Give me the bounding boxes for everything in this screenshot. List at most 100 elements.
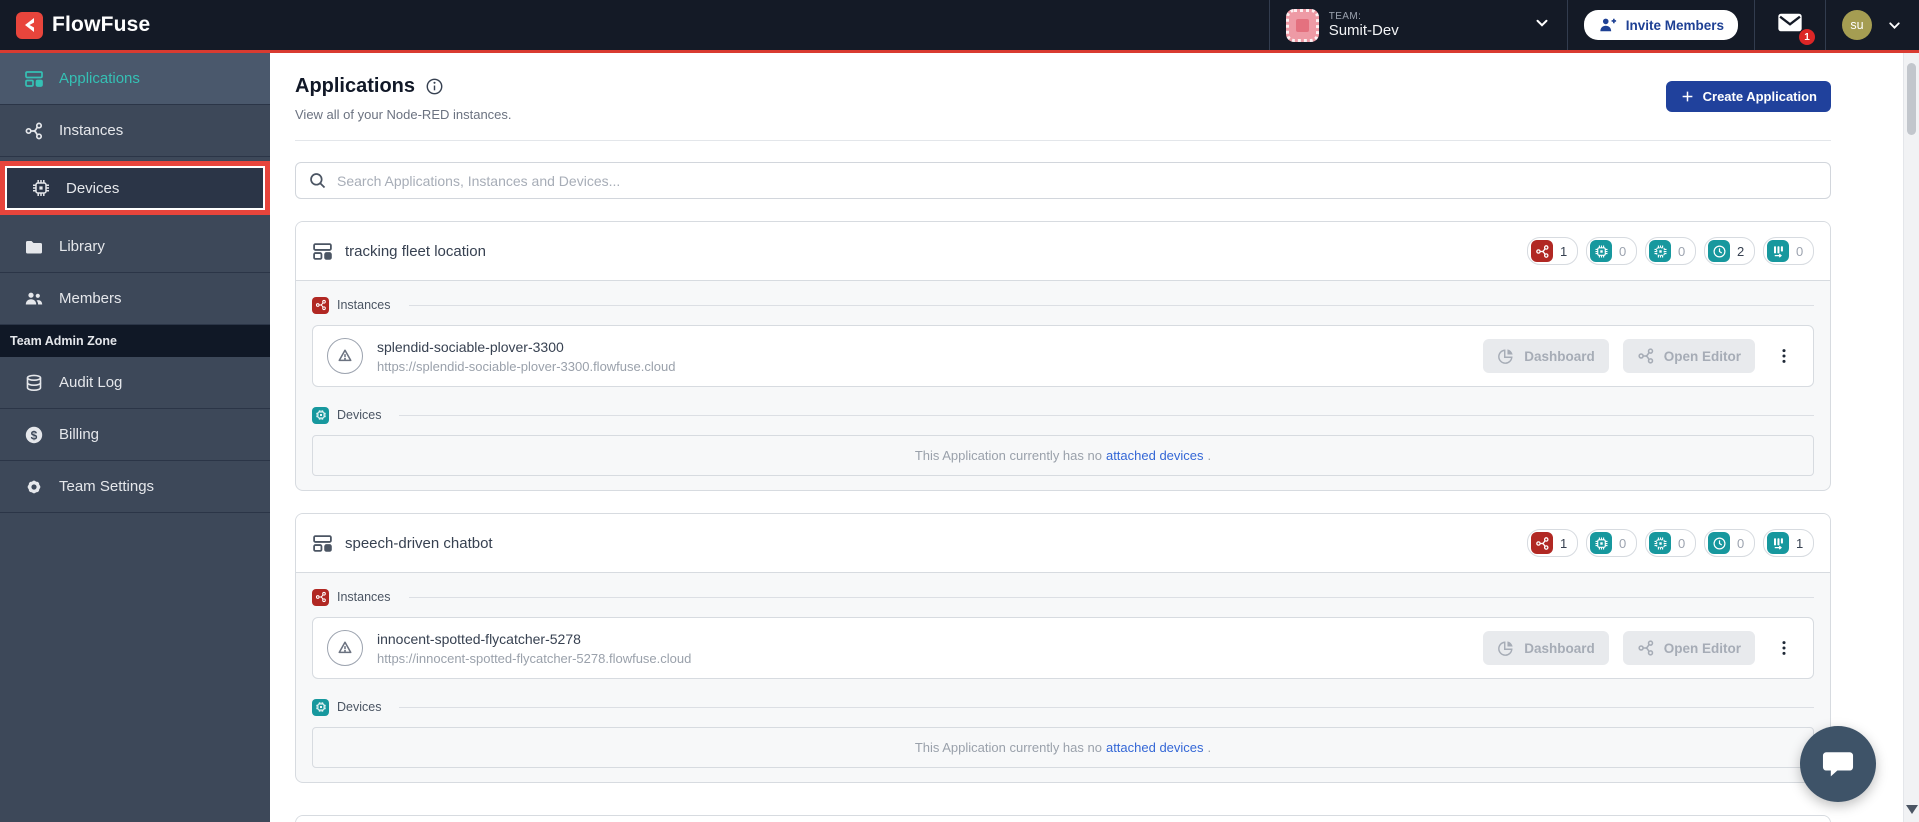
sidebar-item-applications[interactable]: Applications: [0, 53, 270, 105]
node-red-icon: [1531, 240, 1553, 262]
section-divider: [408, 596, 1814, 598]
sidebar-item-team-settings[interactable]: Team Settings: [0, 461, 270, 513]
application-card-tracking-fleet-location: tracking fleet location 1 0 0 2 0 Instan…: [295, 221, 1831, 491]
instance-name[interactable]: splendid-sociable-plover-3300: [377, 339, 675, 355]
sidebar-item-audit-log[interactable]: Audit Log: [0, 357, 270, 409]
team-selector[interactable]: TEAM: Sumit-Dev: [1268, 0, 1567, 50]
notification-count-badge: 1: [1799, 29, 1815, 45]
scrollbar-thumb[interactable]: [1907, 63, 1916, 135]
kebab-menu-icon[interactable]: [1769, 635, 1799, 661]
device-icon: [312, 698, 329, 716]
page-title: Applications: [295, 75, 416, 97]
sidebar-item-billing[interactable]: Billing: [0, 409, 270, 461]
clock-icon: [1708, 240, 1730, 262]
application-name[interactable]: tracking fleet location: [345, 243, 486, 260]
device-icon: [312, 406, 329, 424]
devices-section-label: Devices: [337, 408, 382, 422]
sidebar-item-members[interactable]: Members: [0, 273, 270, 325]
instance-url[interactable]: https://splendid-sociable-plover-3300.fl…: [377, 359, 675, 374]
person-add-icon: [1598, 16, 1618, 34]
attached-devices-link[interactable]: attached devices: [1106, 740, 1204, 755]
members-icon: [24, 289, 44, 309]
dashboard-label: Dashboard: [1524, 640, 1595, 656]
kebab-menu-icon[interactable]: [1769, 343, 1799, 369]
application-icon: [312, 533, 333, 554]
sidebar-item-library[interactable]: Library: [0, 221, 270, 273]
badge-count: 0: [1737, 535, 1745, 551]
chevron-down-icon: [1533, 14, 1551, 37]
user-menu[interactable]: su: [1825, 0, 1919, 50]
audit-log-icon: [24, 373, 44, 393]
badge-count: 1: [1796, 535, 1804, 551]
open-editor-label: Open Editor: [1663, 348, 1741, 364]
info-icon[interactable]: [425, 77, 444, 96]
node-red-icon: [1637, 639, 1655, 657]
pipeline-icon: [1767, 240, 1789, 262]
sidebar-item-label: Devices: [66, 179, 120, 197]
chat-widget-button[interactable]: [1800, 726, 1876, 802]
instance-row[interactable]: splendid-sociable-plover-3300 https://sp…: [312, 325, 1814, 387]
sidebar-item-instances[interactable]: Instances: [0, 105, 270, 157]
search-input[interactable]: [337, 172, 1818, 189]
notifications-button[interactable]: 1: [1771, 12, 1815, 45]
invite-members-button[interactable]: Invite Members: [1583, 10, 1738, 40]
pie-chart-icon: [1497, 347, 1515, 365]
dashboard-button[interactable]: Dashboard: [1483, 631, 1609, 665]
badge-count: 0: [1619, 535, 1627, 551]
applications-icon: [24, 69, 44, 89]
chevron-down-icon: [1886, 17, 1903, 34]
node-red-icon: [1637, 347, 1655, 365]
node-red-icon: [1531, 532, 1553, 554]
invite-section: Invite Members: [1566, 0, 1754, 50]
header-accent-line: [0, 50, 1919, 53]
dashboard-button[interactable]: Dashboard: [1483, 339, 1609, 373]
scrollbar-down-arrow[interactable]: [1906, 805, 1918, 814]
device-icon: [1590, 240, 1612, 262]
remote-devices-count-badge: 0: [1645, 529, 1696, 557]
node-red-icon: [312, 588, 329, 606]
invite-members-label: Invite Members: [1625, 17, 1724, 33]
empty-devices-text: This Application currently has no: [914, 740, 1102, 755]
team-name: Sumit-Dev: [1328, 22, 1399, 40]
badge-count: 0: [1796, 243, 1804, 259]
library-icon: [24, 237, 44, 257]
application-icon: [312, 241, 333, 262]
empty-devices-period: .: [1207, 448, 1212, 463]
devices-annotation-box: Devices: [0, 161, 270, 215]
sidebar-item-label: Applications: [59, 70, 140, 87]
page-subtitle: View all of your Node-RED instances.: [295, 107, 512, 122]
badge-count: 0: [1619, 243, 1627, 259]
badge-count: 0: [1678, 243, 1686, 259]
sidebar-item-devices[interactable]: Devices: [7, 168, 263, 208]
chat-bubble-icon: [1821, 748, 1855, 780]
create-application-label: Create Application: [1702, 89, 1817, 104]
application-name[interactable]: speech-driven chatbot: [345, 535, 493, 552]
pipelines-count-badge: 1: [1763, 529, 1814, 557]
instance-name[interactable]: innocent-spotted-flycatcher-5278: [377, 631, 691, 647]
flowfuse-logo[interactable]: FlowFuse: [0, 11, 151, 39]
section-divider: [399, 414, 1814, 416]
pipelines-count-badge: 0: [1763, 237, 1814, 265]
devices-section-label: Devices: [337, 700, 382, 714]
billing-icon: [24, 425, 44, 445]
gear-icon: [24, 477, 44, 497]
sidebar: Applications Instances Devices Library M…: [0, 53, 270, 822]
vertical-scrollbar[interactable]: [1903, 53, 1919, 822]
attached-devices-link[interactable]: attached devices: [1106, 448, 1204, 463]
sidebar-item-label: Members: [59, 290, 122, 307]
instance-row[interactable]: innocent-spotted-flycatcher-5278 https:/…: [312, 617, 1814, 679]
sidebar-item-label: Instances: [59, 122, 124, 139]
instance-url[interactable]: https://innocent-spotted-flycatcher-5278…: [377, 651, 691, 666]
badge-count: 0: [1678, 535, 1686, 551]
instances-count-badge: 1: [1527, 529, 1578, 557]
pie-chart-icon: [1497, 639, 1515, 657]
section-divider: [408, 304, 1814, 306]
create-application-button[interactable]: Create Application: [1665, 81, 1831, 112]
flowfuse-logo-text: FlowFuse: [52, 13, 151, 36]
device-dashed-icon: [1649, 532, 1671, 554]
open-editor-button[interactable]: Open Editor: [1622, 339, 1755, 373]
badge-count: 2: [1737, 243, 1745, 259]
search-icon: [308, 171, 327, 190]
open-editor-button[interactable]: Open Editor: [1622, 631, 1755, 665]
device-icon: [1590, 532, 1612, 554]
